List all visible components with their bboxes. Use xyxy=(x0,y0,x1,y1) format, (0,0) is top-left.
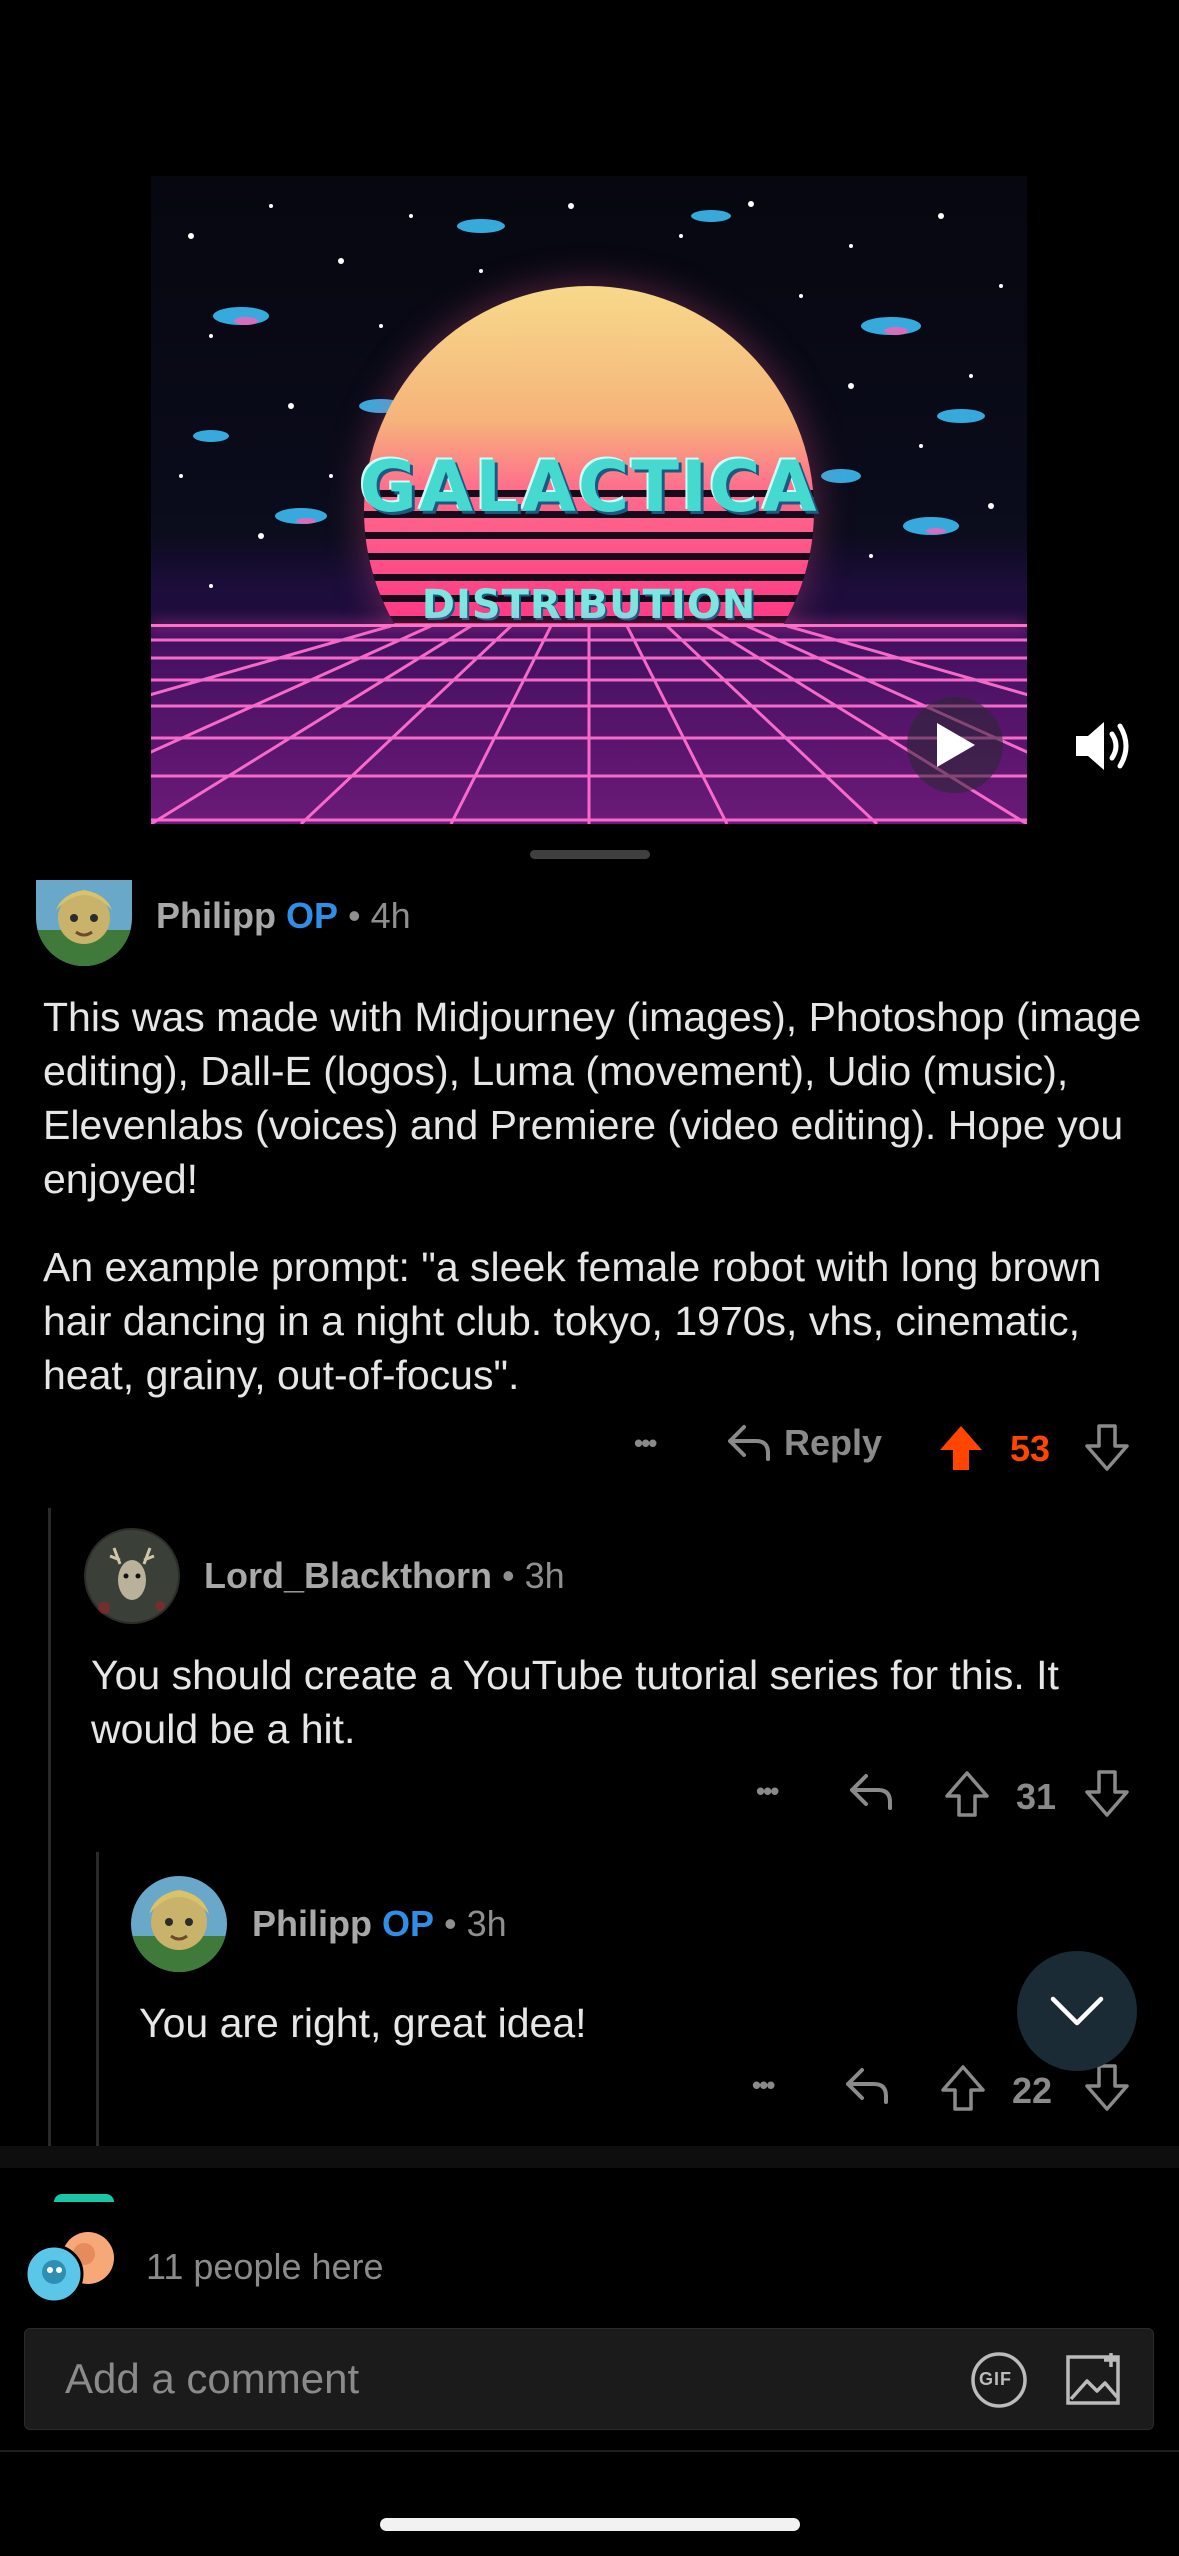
comment-paragraph: An example prompt: "a sleek female robot… xyxy=(43,1244,1102,1398)
section-divider xyxy=(0,2146,1179,2168)
comment-body: You are right, great idea! xyxy=(139,2000,587,2046)
downvote-button[interactable] xyxy=(1084,1770,1130,1827)
comment-actions: ••• Reply 53 xyxy=(630,1422,1140,1478)
video-logo-subtitle: DISTRIBUTION xyxy=(421,582,757,628)
username[interactable]: Philipp xyxy=(252,1903,372,1944)
upvote-icon xyxy=(941,2065,985,2111)
sheet-drag-handle[interactable] xyxy=(530,850,650,859)
comment-time: 4h xyxy=(370,895,411,936)
more-options-button[interactable]: ••• xyxy=(756,1776,779,1807)
reply-button[interactable] xyxy=(848,1772,894,1821)
reply-label: Reply xyxy=(784,1422,883,1463)
play-button[interactable] xyxy=(907,697,1003,793)
op-badge: OP xyxy=(286,895,339,936)
avatar[interactable] xyxy=(36,880,132,966)
horizon-line xyxy=(151,624,1027,627)
vote-count: 31 xyxy=(1016,1776,1057,1817)
username[interactable]: Lord_Blackthorn xyxy=(204,1555,492,1596)
reply-icon xyxy=(850,1774,892,1810)
synthwave-grid xyxy=(151,626,1027,824)
video-logo-title: GALACTICA xyxy=(359,446,819,528)
separator-dot: • xyxy=(502,1555,515,1596)
home-indicator[interactable] xyxy=(380,2518,800,2531)
upvote-button[interactable] xyxy=(940,2064,986,2121)
upvote-icon xyxy=(945,1771,989,1817)
gif-button[interactable]: GIF xyxy=(969,2351,1029,2414)
avatar[interactable] xyxy=(84,1528,180,1624)
downvote-icon xyxy=(1085,1770,1129,1817)
divider xyxy=(0,2450,1179,2452)
gif-label: GIF xyxy=(979,2369,1012,2389)
comment-actions: ••• 31 xyxy=(756,1770,1140,1826)
comment-paragraph: This was made with Midjourney (images), … xyxy=(43,994,1142,1202)
downvote-icon xyxy=(1085,1424,1129,1471)
comment-body: You should create a YouTube tutorial ser… xyxy=(91,1652,1059,1752)
comment-meta: Philipp OP • 4h xyxy=(156,895,411,937)
avatar[interactable] xyxy=(131,1876,227,1972)
volume-icon xyxy=(1076,722,1129,770)
comment-placeholder: Add a comment xyxy=(65,2355,360,2402)
op-badge: OP xyxy=(382,1903,435,1944)
downvote-button[interactable] xyxy=(1084,2064,1130,2121)
image-icon xyxy=(1066,2353,1120,2405)
separator-dot: • xyxy=(444,1903,457,1944)
chevron-down-icon xyxy=(1050,1996,1104,2026)
downvote-button[interactable] xyxy=(1084,1424,1130,1481)
reply-button[interactable]: Reply xyxy=(726,1422,882,1464)
comment-input[interactable]: Add a comment GIF xyxy=(24,2328,1154,2430)
comment-meta: Lord_Blackthorn • 3h xyxy=(204,1555,565,1597)
presence-avatars xyxy=(24,2228,124,2304)
separator-dot: • xyxy=(348,895,361,936)
comment-actions: ••• 22 xyxy=(752,2064,1140,2120)
upvote-button[interactable] xyxy=(944,1770,990,1827)
comment-meta: Philipp OP • 3h xyxy=(252,1903,507,1945)
comment-time: 3h xyxy=(524,1555,565,1596)
upvote-button[interactable] xyxy=(938,1424,984,1481)
comment-body: This was made with Midjourney (images), … xyxy=(43,990,1153,1402)
volume-button[interactable] xyxy=(1070,716,1134,776)
reply-button[interactable] xyxy=(844,2066,890,2115)
thread-line[interactable] xyxy=(96,1852,99,2148)
comment-time: 3h xyxy=(466,1903,507,1944)
reply-icon xyxy=(846,2068,888,2104)
more-options-button[interactable]: ••• xyxy=(634,1428,657,1459)
downvote-icon xyxy=(1085,2064,1129,2111)
presence-count: 11 people here xyxy=(146,2246,384,2287)
next-comment-button[interactable] xyxy=(1017,1951,1137,2071)
upvote-filled-icon xyxy=(940,1426,982,1470)
username[interactable]: Philipp xyxy=(156,895,276,936)
partial-avatar xyxy=(54,2194,114,2202)
vote-count: 53 xyxy=(1010,1428,1051,1469)
play-icon xyxy=(937,723,975,767)
image-upload-button[interactable] xyxy=(1065,2351,1123,2412)
vote-count: 22 xyxy=(1012,2070,1053,2111)
thread-line[interactable] xyxy=(48,1508,51,2148)
more-options-button[interactable]: ••• xyxy=(752,2070,775,2101)
video-player[interactable]: GALACTICA DISTRIBUTION xyxy=(151,176,1027,824)
reply-icon xyxy=(728,1425,770,1461)
